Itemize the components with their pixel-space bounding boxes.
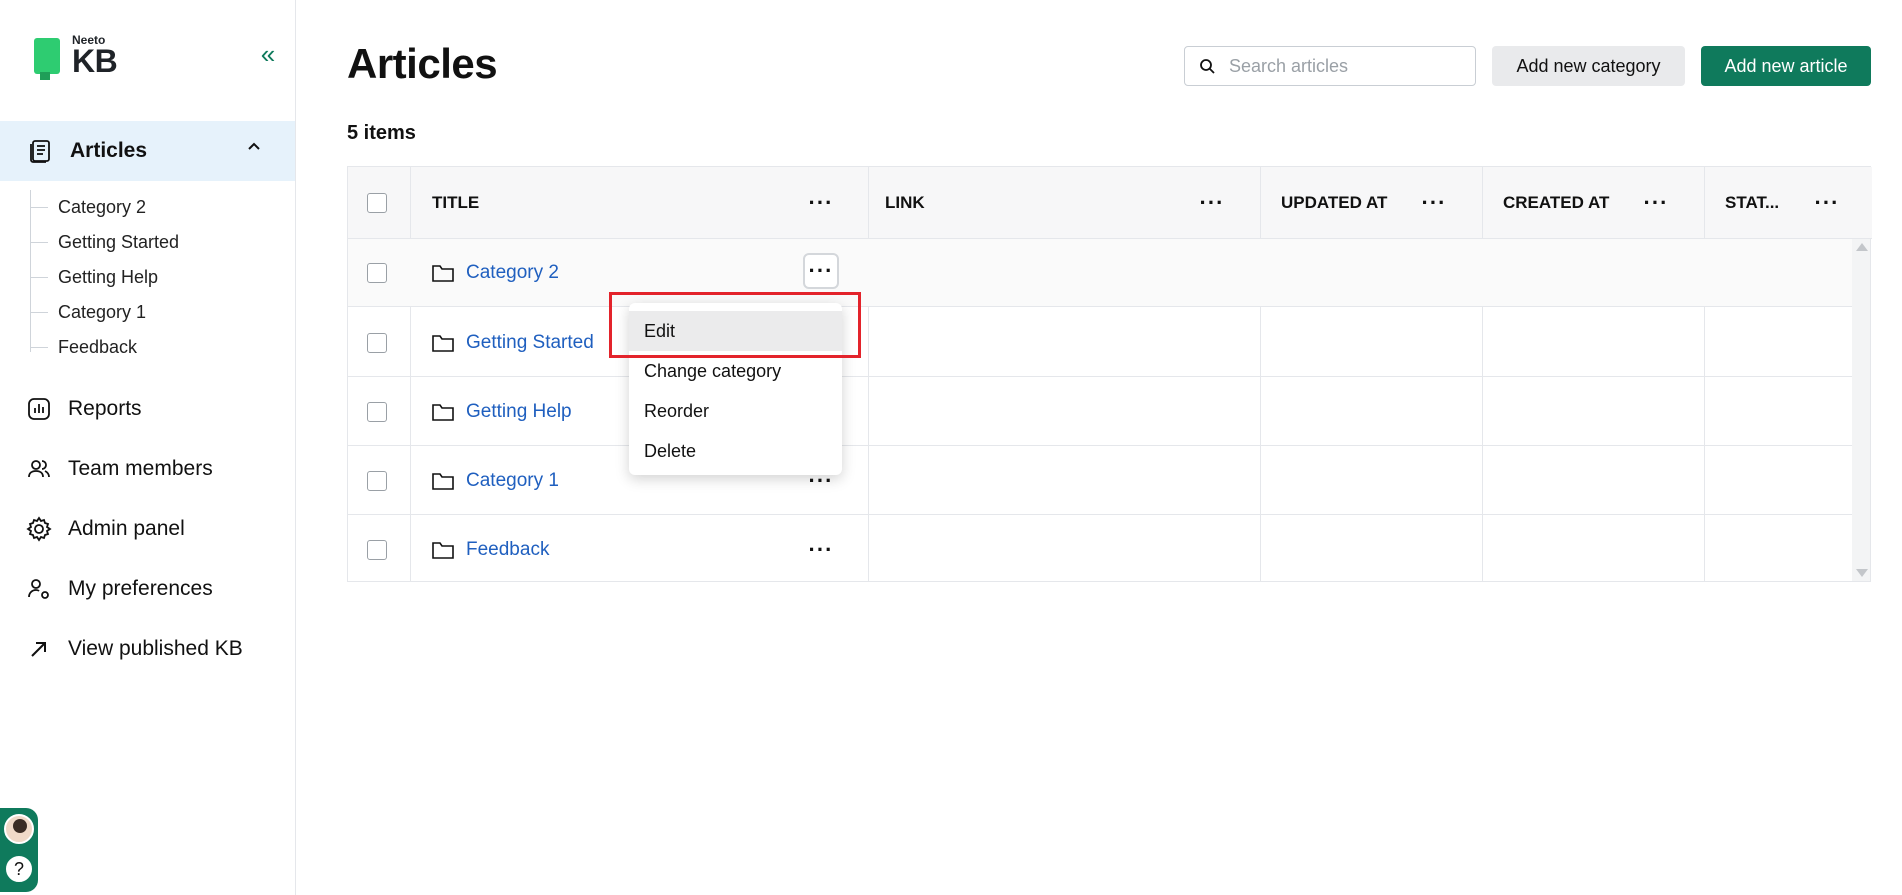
menu-item-change-category[interactable]: Change category xyxy=(629,351,842,391)
menu-item-delete[interactable]: Delete xyxy=(629,431,842,471)
row-actions-menu: Edit Change category Reorder Delete xyxy=(629,303,842,475)
add-new-category-button[interactable]: Add new category xyxy=(1492,46,1685,86)
sidebar-item-articles[interactable]: Articles xyxy=(0,121,295,181)
row-title-link[interactable]: Getting Help xyxy=(466,401,572,423)
external-arrow-icon xyxy=(31,642,46,657)
app-logo[interactable]: Neeto KB xyxy=(34,34,118,80)
table-row[interactable]: Getting Started xyxy=(348,309,1852,377)
items-count: 5 items xyxy=(347,122,416,144)
chevron-up-icon[interactable] xyxy=(247,139,261,158)
sidebar-item-label: View published KB xyxy=(68,637,243,660)
sidebar: Neeto KB « Articles Category 2 Getting S… xyxy=(0,0,296,895)
sidebar-category-item[interactable]: Feedback xyxy=(30,330,280,365)
sidebar-category-item[interactable]: Category 2 xyxy=(30,190,280,225)
menu-item-reorder[interactable]: Reorder xyxy=(629,391,842,431)
table-row[interactable]: Feedback ··· xyxy=(348,516,1852,584)
sidebar-item-reports[interactable]: Reports xyxy=(26,389,142,429)
search-icon xyxy=(1200,59,1215,74)
row-title-link[interactable]: Feedback xyxy=(466,539,549,561)
sidebar-item-label: Reports xyxy=(68,397,142,420)
select-all-checkbox[interactable] xyxy=(367,193,387,213)
row-checkbox[interactable] xyxy=(367,540,387,560)
row-actions-button[interactable]: ··· xyxy=(803,532,839,568)
sidebar-item-label: My preferences xyxy=(68,577,213,600)
reports-icon xyxy=(28,398,50,420)
sidebar-item-my-preferences[interactable]: My preferences xyxy=(26,569,213,609)
folder-icon xyxy=(432,473,454,490)
folder-icon xyxy=(432,335,454,352)
column-header-updated-at[interactable]: UPDATED AT xyxy=(1281,193,1387,213)
sidebar-item-label: Admin panel xyxy=(68,517,185,540)
page-title: Articles xyxy=(347,40,498,87)
logo-book-icon xyxy=(34,37,60,80)
sidebar-item-team-members[interactable]: Team members xyxy=(26,449,213,489)
collapse-sidebar-icon[interactable]: « xyxy=(254,41,282,70)
sidebar-item-label: Articles xyxy=(70,139,148,162)
sidebar-item-label: Team members xyxy=(68,457,213,480)
search-input[interactable] xyxy=(1229,55,1469,77)
row-checkbox[interactable] xyxy=(367,333,387,353)
column-menu-created-at[interactable]: ··· xyxy=(1638,185,1674,221)
column-menu-updated-at[interactable]: ··· xyxy=(1416,185,1452,221)
gear-icon xyxy=(26,516,52,542)
help-icon[interactable]: ? xyxy=(4,854,34,884)
articles-icon xyxy=(30,140,50,163)
column-menu-link[interactable]: ··· xyxy=(1194,185,1230,221)
row-title-link[interactable]: Getting Started xyxy=(466,332,594,354)
search-box xyxy=(1184,46,1476,86)
table-scrollbar[interactable] xyxy=(1852,239,1870,581)
table-header: TITLE ··· LINK ··· UPDATED AT ··· CREATE… xyxy=(348,167,1872,239)
row-checkbox[interactable] xyxy=(367,402,387,422)
row-checkbox[interactable] xyxy=(367,471,387,491)
category-tree: Category 2 Getting Started Getting Help … xyxy=(30,190,280,365)
folder-icon xyxy=(432,542,454,559)
column-header-link[interactable]: LINK xyxy=(885,193,925,213)
row-actions-button[interactable]: ··· xyxy=(803,253,839,289)
row-checkbox[interactable] xyxy=(367,263,387,283)
row-title-link[interactable]: Category 2 xyxy=(466,262,559,284)
articles-table: TITLE ··· LINK ··· UPDATED AT ··· CREATE… xyxy=(347,166,1872,584)
folder-icon xyxy=(432,404,454,421)
table-row[interactable]: Category 1 ··· xyxy=(348,447,1852,515)
table-row[interactable]: Category 2 ··· xyxy=(348,239,1852,307)
column-header-created-at[interactable]: CREATED AT xyxy=(1503,193,1609,213)
team-icon xyxy=(28,460,50,478)
sidebar-item-view-published-kb[interactable]: View published KB xyxy=(26,629,243,669)
sidebar-category-item[interactable]: Getting Started xyxy=(30,225,280,260)
user-tools-pill: ? xyxy=(0,808,38,892)
scroll-down-icon[interactable] xyxy=(1856,569,1868,577)
folder-icon xyxy=(432,265,454,282)
sidebar-category-item[interactable]: Getting Help xyxy=(30,260,280,295)
sidebar-item-admin-panel[interactable]: Admin panel xyxy=(26,509,185,549)
table-row[interactable]: Getting Help xyxy=(348,378,1852,446)
column-menu-title[interactable]: ··· xyxy=(803,185,839,221)
logo-big-text: KB xyxy=(72,43,118,79)
row-title-link[interactable]: Category 1 xyxy=(466,470,559,492)
column-header-title[interactable]: TITLE xyxy=(432,193,479,213)
scroll-up-icon[interactable] xyxy=(1856,243,1868,251)
sidebar-category-item[interactable]: Category 1 xyxy=(30,295,280,330)
user-settings-icon xyxy=(28,579,49,599)
add-new-article-button[interactable]: Add new article xyxy=(1701,46,1871,86)
menu-item-edit[interactable]: Edit xyxy=(629,311,842,351)
avatar[interactable] xyxy=(4,814,34,844)
column-menu-status[interactable]: ··· xyxy=(1809,185,1845,221)
column-header-status[interactable]: STAT... xyxy=(1725,193,1779,213)
